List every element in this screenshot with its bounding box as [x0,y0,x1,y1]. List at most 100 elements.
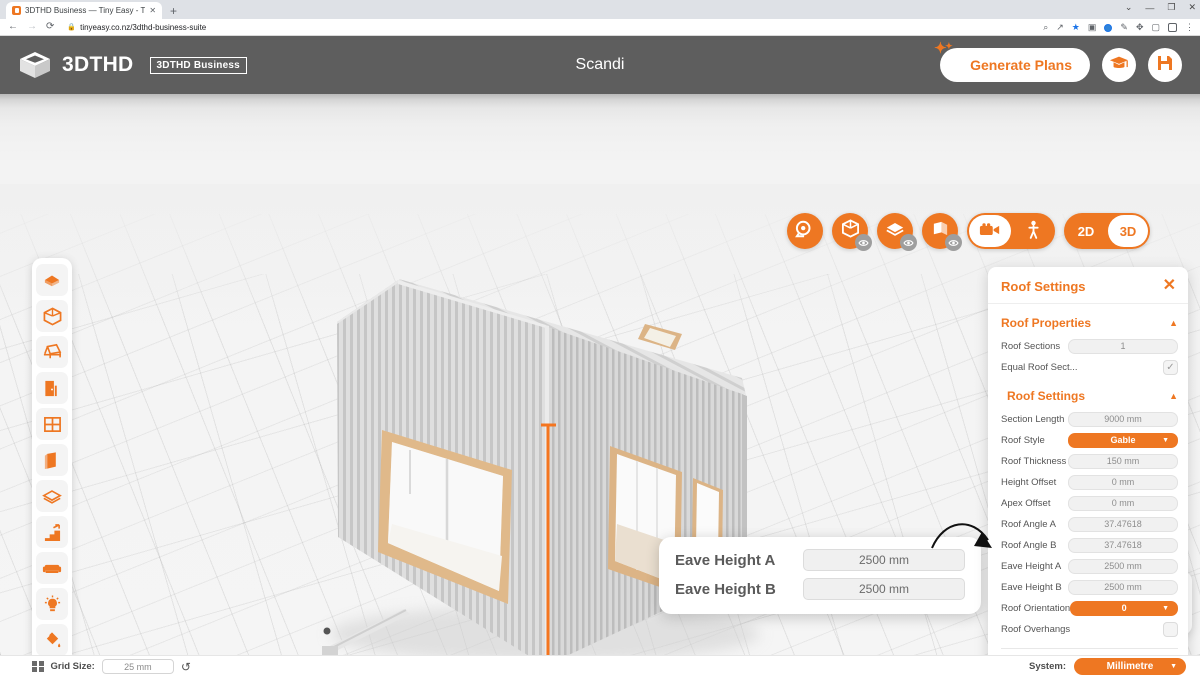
tab-2d[interactable]: 2D [1066,215,1106,247]
roof-settings-title: Roof Settings [1001,278,1086,294]
grid-size-input[interactable]: 25 mm [101,659,174,674]
sidebar-item-furniture[interactable] [36,552,68,584]
share-icon[interactable]: ↗ [1056,23,1064,32]
chevron-down-icon: ▼ [1162,604,1169,612]
input-height-offset[interactable]: 0 mm [1068,474,1178,490]
reload-button[interactable]: ⟳ [46,22,54,32]
eye-icon[interactable] [945,234,962,251]
grid-icon [32,660,44,673]
video-camera-icon [979,222,1001,240]
extension-blue-icon[interactable] [1104,23,1113,32]
camera-orbit-mode-button[interactable] [969,215,1011,247]
section-header-roof-settings[interactable]: Roof Settings ▲ [1001,389,1178,403]
tab-3d[interactable]: 3D [1108,215,1148,247]
browser-tab[interactable]: 3DTHD Business — Tiny Easy - T ✕ [6,2,163,19]
sidebar-item-site[interactable] [36,264,68,296]
header-actions: ✦ ✦ Generate Plans [934,41,1182,82]
input-roof-angle-a[interactable]: 37.47618 [1068,516,1178,532]
row-roof-angle-a: Roof Angle A 37.47618 [1001,514,1178,534]
reset-icon[interactable]: ↺ [181,661,191,673]
input-eave-height-b[interactable]: 2500 mm [1068,579,1178,595]
forward-button[interactable]: → [27,22,37,32]
menu-icon[interactable]: ⋮ [1185,23,1194,32]
chevron-down-icon[interactable]: ⌄ [1125,2,1133,13]
caret-up-icon: ▲ [1169,318,1178,328]
back-button[interactable]: ← [8,22,18,32]
input-roof-thickness[interactable]: 150 mm [1068,453,1178,469]
sidebar-item-materials[interactable] [36,624,68,655]
generate-plans-label: Generate Plans [970,57,1072,73]
walk-mode-button[interactable] [1013,215,1053,247]
sidebar-item-building[interactable] [36,300,68,332]
eave-height-dialog: Eave Height A 2500 mm Eave Height B 2500… [659,537,981,614]
sidebar-item-stairs[interactable] [36,516,68,548]
pen-icon[interactable]: ✎ [1120,23,1128,32]
address-bar-url: tinyeasy.co.nz/3dthd-business-suite [80,22,207,32]
section-header-roof-properties[interactable]: Roof Properties ▲ [1001,316,1178,330]
maximize-button[interactable]: ❐ [1167,2,1175,13]
system-label: System: [1029,661,1066,672]
section-title-roof-properties: Roof Properties [1001,316,1092,330]
graduation-cap-icon [1109,54,1129,77]
sparkle-icon: ✦ ✦ [934,40,953,57]
sidebar-item-lighting[interactable] [36,588,68,620]
input-roof-angle-b[interactable]: 37.47618 [1068,537,1178,553]
generate-plans-button[interactable]: ✦ ✦ Generate Plans [934,41,1090,82]
learn-button[interactable] [1102,48,1136,82]
floor-layer-icon [42,489,62,504]
dropdown-roof-style[interactable]: Gable ▼ [1068,432,1178,448]
browser-toolbar-actions: ⌕ ↗ ★ ▣ ✎ ✥ ▢ ⋮ [1043,19,1194,36]
sidebar-item-door[interactable] [36,372,68,404]
window-icon[interactable]: ▢ [1151,23,1160,32]
tab-title: 3DTHD Business — Tiny Easy - T [25,6,146,15]
row-roof-angle-b: Roof Angle B 37.47618 [1001,535,1178,555]
new-tab-button[interactable]: + [170,5,177,17]
input-roof-sections[interactable]: 1 [1068,338,1178,354]
dropdown-unit-system[interactable]: Millimetre ▼ [1074,658,1186,675]
screenshot-icon[interactable]: ▣ [1088,23,1097,32]
eave-height-a-label: Eave Height A [675,551,776,569]
eave-height-a-input[interactable]: 2500 mm [803,549,965,571]
close-icon[interactable]: ✕ [149,6,156,15]
roof-settings-panel-header: Roof Settings ✕ [988,267,1188,304]
chevron-down-icon: ▼ [1170,663,1177,670]
input-eave-height-a[interactable]: 2500 mm [1068,558,1178,574]
window-icon [43,415,62,434]
label-roof-angle-b: Roof Angle B [1001,539,1057,551]
toggle-structure-button[interactable] [832,213,872,251]
eye-icon[interactable] [900,234,917,251]
save-button[interactable] [1148,48,1182,82]
toggle-walls-button[interactable] [922,213,962,251]
toggle-roof-button[interactable] [877,213,917,251]
row-equal-roof-sections: Equal Roof Sect... ✓ [1001,357,1178,377]
eave-height-b-input[interactable]: 2500 mm [803,578,965,600]
checkbox-equal-roof-sections[interactable]: ✓ [1163,359,1178,375]
status-bar: Grid Size: 25 mm ↺ System: Millimetre ▼ [0,655,1200,676]
label-eave-height-a: Eave Height A [1001,560,1062,572]
viewport-3d[interactable]: 2D 3D Eave Height A 2500 mm Eave Height … [0,94,1200,655]
left-tool-rail [32,258,72,655]
profile-icon[interactable] [1168,23,1177,32]
close-window-button[interactable]: ✕ [1188,2,1196,13]
panel-footer-space [1001,649,1178,655]
dropdown-roof-orientation[interactable]: 0 ▼ [1070,600,1178,616]
sidebar-item-roof[interactable] [36,336,68,368]
puzzle-icon[interactable]: ✥ [1136,23,1144,32]
dimension-mode-pill: 2D 3D [1064,213,1150,249]
input-section-length[interactable]: 9000 mm [1068,411,1178,427]
input-apex-offset[interactable]: 0 mm [1068,495,1178,511]
sidebar-item-floor[interactable] [36,480,68,512]
sidebar-item-window[interactable] [36,408,68,440]
label-roof-style: Roof Style [1001,434,1045,446]
measure-tool-button[interactable] [787,213,823,249]
close-icon[interactable]: ✕ [1163,278,1176,294]
address-bar[interactable]: 🔒 tinyeasy.co.nz/3dthd-business-suite [67,21,327,33]
eye-icon[interactable] [855,234,872,251]
sidebar-item-wall[interactable] [36,444,68,476]
unit-system-control: System: Millimetre ▼ [1029,658,1186,675]
star-icon[interactable]: ★ [1072,23,1080,32]
checkbox-roof-overhangs[interactable] [1163,621,1178,637]
minimize-button[interactable]: — [1145,3,1154,13]
row-roof-sections: Roof Sections 1 [1001,336,1178,356]
zoom-icon[interactable]: ⌕ [1043,23,1048,32]
